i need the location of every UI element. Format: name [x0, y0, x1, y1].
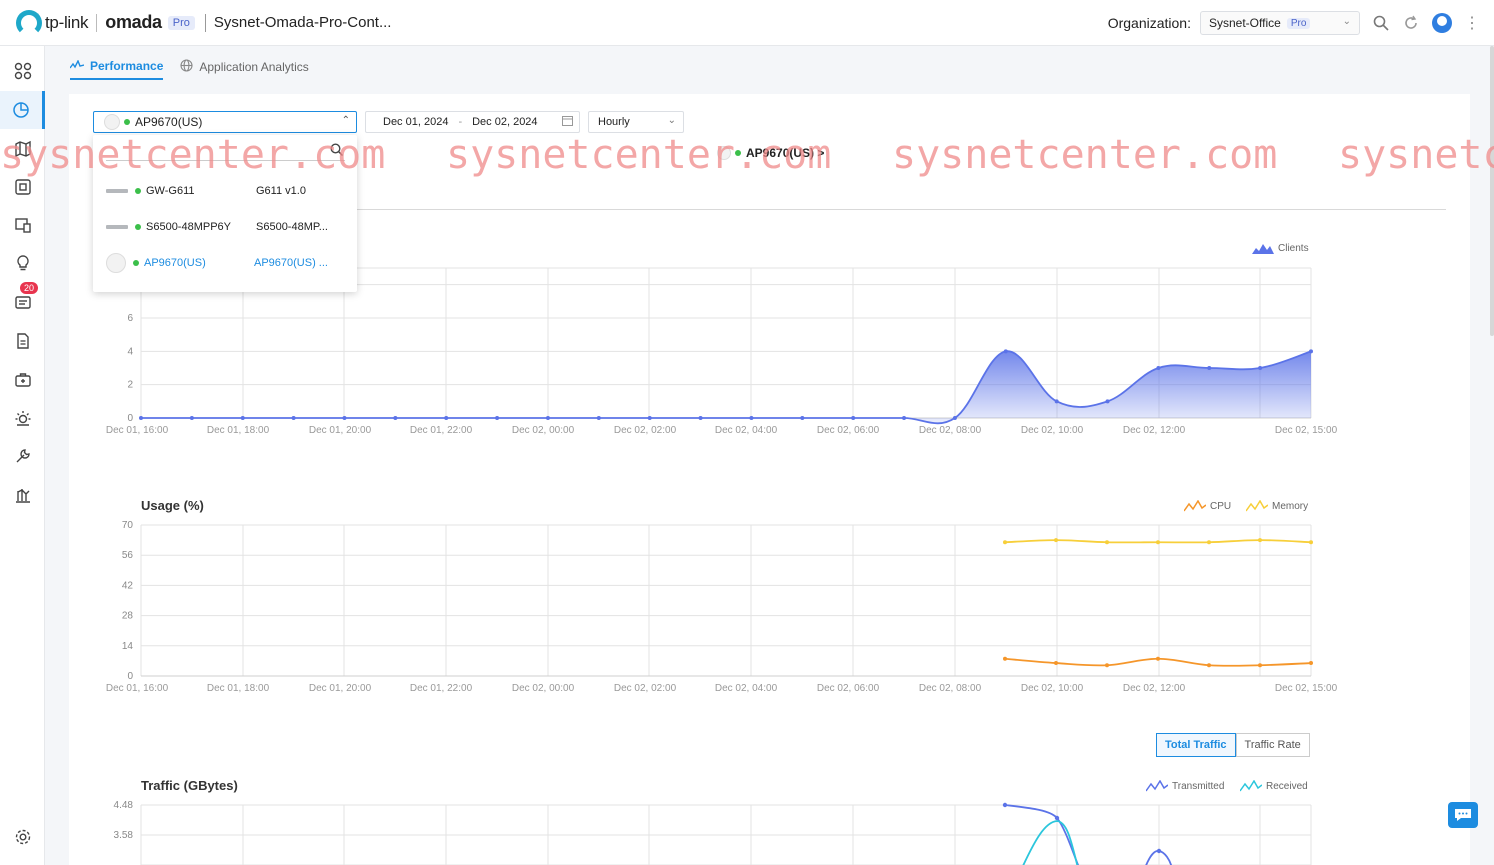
- title-separator: [204, 13, 206, 32]
- settings-gear-icon[interactable]: [0, 818, 45, 856]
- usage-chart-title: Usage (%): [141, 498, 204, 513]
- cpu-legend-label: CPU: [1210, 500, 1232, 512]
- received-legend-icon: [1240, 780, 1262, 792]
- dropdown-item-model: G611 v1.0: [256, 185, 306, 197]
- dropdown-item-gw-g611[interactable]: GW-G611 G611 v1.0: [106, 181, 351, 201]
- online-status-dot: [133, 260, 139, 266]
- date-end[interactable]: Dec 02, 2024: [472, 116, 537, 128]
- switch-device-icon: [106, 225, 128, 229]
- watermark: sysnetcenter.com: [1338, 132, 1494, 178]
- gateway-device-icon: [106, 189, 128, 193]
- cpu-legend[interactable]: CPU: [1184, 500, 1231, 512]
- brand-pro-badge: Pro: [167, 15, 195, 30]
- watermark: sysnetcenter.com: [446, 132, 832, 178]
- memory-legend-icon: [1246, 500, 1268, 512]
- tab-performance[interactable]: Performance: [69, 58, 164, 80]
- refresh-icon[interactable]: [1402, 14, 1420, 32]
- controller-title[interactable]: Sysnet-Omada-Pro-Cont...: [214, 14, 392, 31]
- search-icon[interactable]: [1372, 14, 1390, 32]
- dropdown-item-name: S6500-48MPP6Y: [146, 221, 231, 233]
- traffic-rate-button[interactable]: Traffic Rate: [1235, 733, 1310, 757]
- reports-icon[interactable]: [0, 476, 45, 514]
- toolbox-icon[interactable]: [0, 361, 45, 399]
- date-start[interactable]: Dec 01, 2024: [383, 116, 448, 128]
- tab-performance-label: Performance: [90, 59, 164, 73]
- interval-value: Hourly: [598, 116, 630, 128]
- date-range-separator: -: [458, 116, 463, 128]
- more-menu-icon[interactable]: ⋮: [1464, 13, 1480, 33]
- clients-legend-label: Clients: [1278, 242, 1309, 254]
- total-traffic-button[interactable]: Total Traffic: [1156, 733, 1236, 757]
- monitor-icon[interactable]: [0, 399, 45, 437]
- globe-icon: [180, 59, 193, 75]
- dropdown-item-ap9670[interactable]: AP9670(US) AP9670(US) ...: [106, 253, 351, 273]
- user-avatar[interactable]: [1432, 13, 1452, 33]
- memory-legend-label: Memory: [1272, 500, 1309, 512]
- clients-legend-icon: [1252, 244, 1274, 254]
- tab-application-analytics-label: Application Analytics: [199, 60, 309, 74]
- clients-icon[interactable]: [0, 206, 45, 244]
- online-status-dot: [135, 188, 141, 194]
- online-status-dot: [135, 224, 141, 230]
- page-tabs: Performance Application Analytics: [69, 58, 326, 80]
- watermark: sysnetcenter.com: [0, 132, 386, 178]
- brand-tp-link: tp-link: [45, 12, 89, 32]
- tools-icon[interactable]: [0, 437, 45, 475]
- interval-select[interactable]: Hourly ⌄: [588, 111, 684, 133]
- chevron-up-icon: ⌃: [341, 115, 350, 126]
- logo[interactable]: tp-link omada Pro Sysnet-Omada-Pro-Cont.…: [16, 9, 392, 36]
- page-scrollbar[interactable]: [1490, 46, 1494, 336]
- performance-icon: [69, 59, 85, 73]
- statistics-icon[interactable]: [0, 91, 45, 129]
- date-range-picker[interactable]: Dec 01, 2024 - Dec 02, 2024: [365, 111, 580, 133]
- tp-link-logo-icon: [16, 9, 42, 36]
- transmitted-legend-icon: [1146, 780, 1168, 792]
- alerts-icon[interactable]: 20: [0, 282, 45, 321]
- tab-application-analytics[interactable]: Application Analytics: [180, 58, 309, 80]
- online-status-dot: [124, 119, 130, 125]
- dropdown-item-name: GW-G611: [146, 185, 195, 197]
- traffic-view-toggle: Total Traffic Traffic Rate: [1156, 733, 1310, 757]
- org-area: Organization: Sysnet-Office Pro ⌄ ⋮: [1108, 0, 1494, 46]
- top-bar: tp-link omada Pro Sysnet-Omada-Pro-Cont.…: [0, 0, 1494, 46]
- traffic-chart-title: Traffic (GBytes): [141, 778, 238, 793]
- transmitted-legend[interactable]: Transmitted: [1146, 780, 1224, 792]
- chat-icon: [1455, 809, 1471, 821]
- cpu-legend-icon: [1184, 500, 1206, 512]
- received-legend-label: Received: [1266, 780, 1308, 792]
- ap-device-icon: [106, 253, 126, 273]
- chat-support-button[interactable]: [1448, 802, 1478, 828]
- transmitted-legend-label: Transmitted: [1172, 780, 1225, 792]
- received-legend[interactable]: Received: [1240, 780, 1308, 792]
- dropdown-item-s6500[interactable]: S6500-48MPP6Y S6500-48MP...: [106, 217, 351, 237]
- watermark: sysnetcenter.com: [892, 132, 1278, 178]
- chevron-down-icon: ⌄: [667, 115, 676, 126]
- org-select[interactable]: Sysnet-Office Pro ⌄: [1200, 11, 1360, 35]
- org-label: Organization:: [1107, 15, 1191, 31]
- insight-icon[interactable]: [0, 244, 45, 282]
- chevron-down-icon: ⌄: [1342, 16, 1351, 27]
- dropdown-item-name: AP9670(US): [144, 257, 206, 269]
- alerts-badge: 20: [20, 282, 39, 294]
- device-select-value: AP9670(US): [135, 115, 203, 129]
- dashboard-icon[interactable]: [0, 52, 45, 90]
- device-select[interactable]: AP9670(US) ⌃: [93, 111, 357, 133]
- brand-omada: omada: [105, 12, 162, 32]
- dropdown-item-model: AP9670(US) ...: [254, 257, 328, 269]
- org-value: Sysnet-Office: [1209, 16, 1281, 30]
- calendar-icon[interactable]: [562, 115, 573, 129]
- logs-icon[interactable]: [0, 322, 45, 360]
- dropdown-item-model: S6500-48MP...: [256, 221, 328, 233]
- brand-separator: [96, 13, 98, 32]
- clients-legend[interactable]: Clients: [1252, 242, 1309, 254]
- ap-device-icon: [104, 114, 120, 130]
- memory-legend[interactable]: Memory: [1246, 500, 1308, 512]
- org-pro-badge: Pro: [1286, 17, 1311, 29]
